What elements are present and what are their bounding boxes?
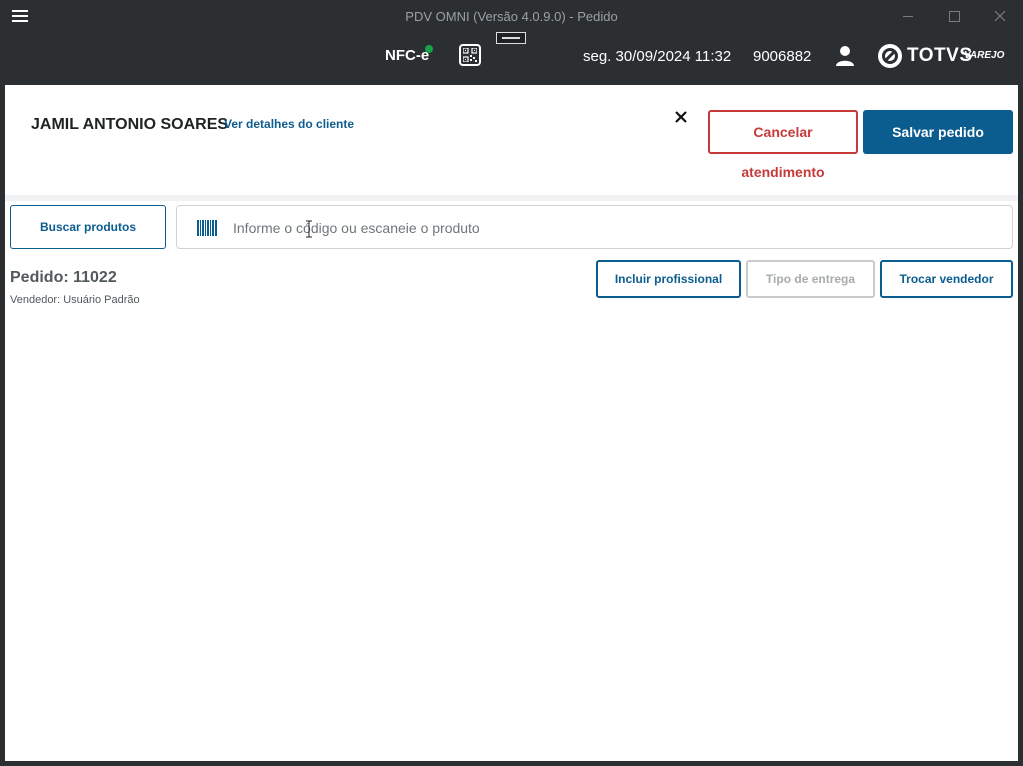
close-icon	[994, 10, 1006, 22]
customer-panel: JAMIL ANTONIO SOARES Ver detalhes do cli…	[5, 85, 1018, 201]
nfce-label: NFC-e	[385, 47, 430, 64]
search-products-button[interactable]: Buscar produtos	[10, 205, 166, 249]
nfce-status-dot	[425, 45, 433, 53]
remove-customer-button[interactable]	[673, 109, 689, 125]
minimize-button[interactable]	[898, 6, 918, 26]
app-window: PDV OMNI (Versão 4.0.9.0) - Pedido NFC-e	[0, 0, 1023, 766]
maximize-icon	[949, 11, 960, 22]
user-icon[interactable]	[835, 45, 855, 67]
title-bar: PDV OMNI (Versão 4.0.9.0) - Pedido	[0, 0, 1023, 32]
store-code: 9006882	[753, 48, 812, 65]
customer-details-link[interactable]: Ver detalhes do cliente	[224, 117, 354, 131]
text-cursor-icon	[306, 220, 312, 238]
product-scan-input[interactable]	[231, 212, 1005, 244]
brand-sub: VAREJO	[964, 50, 1005, 61]
save-order-button[interactable]: Salvar pedido	[863, 110, 1013, 154]
include-professional-button[interactable]: Incluir profissional	[596, 260, 741, 298]
maximize-button[interactable]	[944, 6, 964, 26]
totvs-logo-icon	[878, 44, 902, 68]
barcode-icon	[197, 220, 217, 236]
product-scan-field[interactable]	[176, 205, 1013, 249]
close-icon	[675, 111, 687, 123]
change-seller-button[interactable]: Trocar vendedor	[880, 260, 1013, 298]
order-number: Pedido: 11022	[10, 269, 117, 286]
main-content: JAMIL ANTONIO SOARES Ver detalhes do cli…	[5, 85, 1018, 761]
delivery-type-button[interactable]: Tipo de entrega	[746, 260, 875, 298]
cancel-service-button[interactable]: Cancelar atendimento	[708, 110, 858, 180]
minimize-icon	[903, 16, 913, 17]
seller-name: Vendedor: Usuário Padrão	[10, 294, 140, 306]
app-header: NFC-e seg. 30/09/2024 11:32 9006882 TOTV…	[0, 32, 1023, 80]
datetime: seg. 30/09/2024 11:32	[583, 48, 732, 65]
close-window-button[interactable]	[990, 6, 1010, 26]
cash-drawer-icon[interactable]	[496, 32, 526, 44]
brand-name: TOTVS	[907, 45, 973, 66]
customer-name: JAMIL ANTONIO SOARES	[31, 116, 229, 133]
window-title: PDV OMNI (Versão 4.0.9.0) - Pedido	[405, 9, 618, 24]
qr-code-icon[interactable]	[459, 44, 481, 66]
